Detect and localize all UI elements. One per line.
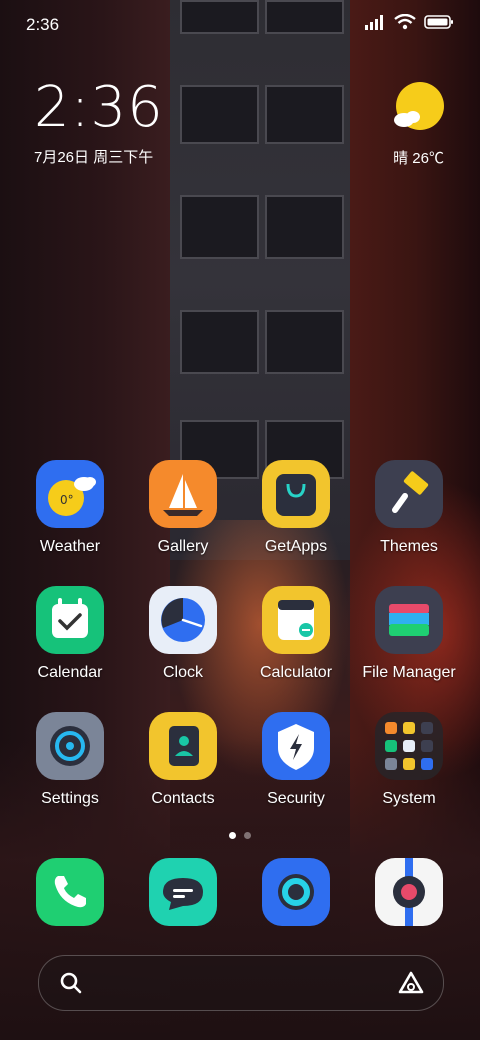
app-label: GetApps — [264, 538, 328, 555]
dock-messages[interactable] — [127, 858, 239, 926]
app-getapps[interactable]: GetApps — [240, 460, 352, 556]
dock-browser[interactable] — [240, 858, 352, 926]
camera-icon — [375, 858, 443, 926]
app-weather[interactable]: 0° Weather — [14, 460, 126, 556]
app-security[interactable]: Security — [240, 712, 352, 808]
app-calendar[interactable]: Calendar — [14, 586, 126, 682]
app-settings[interactable]: Settings — [14, 712, 126, 808]
app-clock[interactable]: Clock — [127, 586, 239, 682]
clock-icon — [149, 586, 217, 654]
page-dot-active[interactable] — [229, 832, 236, 839]
settings-icon — [36, 712, 104, 780]
folder-grid-icon — [375, 712, 443, 780]
app-label: Themes — [380, 538, 438, 555]
messages-icon — [149, 858, 217, 926]
sun-cloud-icon — [394, 82, 444, 130]
app-label: Settings — [41, 790, 99, 807]
dock-camera[interactable] — [353, 858, 465, 926]
svg-text:0°: 0° — [60, 493, 74, 507]
app-label: Security — [267, 790, 325, 807]
status-time: 2:36 — [26, 15, 60, 34]
brush-icon — [375, 460, 443, 528]
app-system-folder[interactable]: System — [353, 712, 465, 808]
calculator-icon — [262, 586, 330, 654]
app-calculator[interactable]: Calculator — [240, 586, 352, 682]
app-label: System — [382, 790, 436, 807]
clock-time: 2:36 — [34, 75, 164, 140]
app-label: Weather — [39, 538, 101, 555]
weather-widget[interactable]: 晴 26℃ — [392, 82, 444, 168]
app-label: Calculator — [259, 664, 333, 681]
app-label: Clock — [162, 664, 203, 681]
app-themes[interactable]: Themes — [353, 460, 465, 556]
weather-icon: 0° — [36, 460, 104, 528]
calendar-check-icon — [36, 586, 104, 654]
weather-temp: 晴 26℃ — [393, 150, 444, 167]
app-label: File Manager — [362, 664, 456, 681]
phone-icon — [36, 858, 104, 926]
page-dot[interactable] — [244, 832, 251, 839]
assistant-icon[interactable] — [397, 970, 425, 996]
clock-widget[interactable]: 2:36 7月26日 周三下午 — [34, 80, 164, 167]
app-file-manager[interactable]: File Manager — [353, 586, 465, 682]
clock-date: 7月26日 周三下午 — [34, 149, 154, 166]
signal-icon — [365, 15, 383, 30]
dock-phone[interactable] — [14, 858, 126, 926]
app-gallery[interactable]: Gallery — [127, 460, 239, 556]
battery-icon — [424, 15, 453, 29]
app-label: Contacts — [151, 790, 215, 807]
search-icon[interactable] — [59, 971, 83, 995]
status-bar: 2:36 — [0, 0, 480, 50]
shopping-bag-icon — [262, 460, 330, 528]
search-bar[interactable] — [38, 955, 444, 1011]
shield-bolt-icon — [262, 712, 330, 780]
contacts-icon — [149, 712, 217, 780]
wifi-icon — [394, 14, 416, 30]
folder-icon — [375, 586, 443, 654]
sailboat-icon — [149, 460, 217, 528]
app-label: Gallery — [157, 538, 209, 555]
app-contacts[interactable]: Contacts — [127, 712, 239, 808]
page-indicator[interactable] — [0, 832, 480, 839]
browser-icon — [262, 858, 330, 926]
app-label: Calendar — [37, 664, 103, 681]
